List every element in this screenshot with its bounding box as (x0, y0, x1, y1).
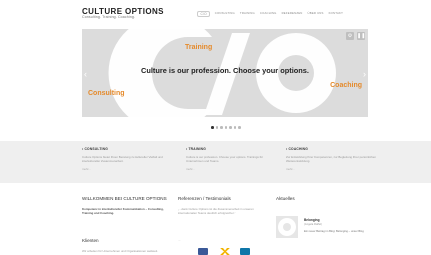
news-title: Aktuelles (276, 196, 295, 201)
slide-headline: Culture is our profession. Choose your o… (141, 66, 309, 75)
slider-dot[interactable] (215, 126, 218, 129)
clients-text: Wir arbeiten für Unternehmen und Organis… (82, 249, 158, 253)
column-text: Culture Options bietet Ihnen Beratung zu… (82, 155, 163, 163)
service-column-training: • TRAINING Culture is our profession. Ch… (186, 147, 281, 171)
main-nav: C/O CONSULTING TRAINING COACHING REFEREN… (197, 11, 343, 17)
slider-dot[interactable] (229, 126, 232, 129)
nav-item-referenzen[interactable]: REFERENZEN (282, 11, 303, 17)
welcome-title: WILLKOMMEN BEI CULTURE OPTIONS (82, 196, 167, 201)
column-more-link[interactable]: mehr... (82, 167, 177, 171)
column-more-link[interactable]: mehr... (286, 167, 381, 171)
nav-item-kontakt[interactable]: KONTAKT (329, 11, 343, 17)
slider-dot[interactable] (238, 126, 241, 129)
column-text: Zur Entwicklung Ihrer Kompetenzen, zur B… (286, 155, 376, 163)
slider-settings-button[interactable]: ⚙ (346, 32, 354, 40)
nav-item-training[interactable]: TRAINING (240, 11, 255, 17)
nav-item-ueber-uns[interactable]: ÜBER UNS (308, 11, 324, 17)
service-column-coaching: • COACHING Zur Entwicklung Ihrer Kompete… (286, 147, 381, 171)
nav-item-coaching[interactable]: COACHING (260, 11, 277, 17)
slide-label-coaching: Coaching (330, 82, 362, 89)
site-header: CULTURE OPTIONS Consulting. Training. Co… (0, 0, 431, 26)
references-more[interactable]: ... (178, 238, 180, 242)
slider-dot[interactable] (220, 126, 223, 129)
nav-brand-icon[interactable]: C/O (197, 11, 210, 17)
nav-item-consulting[interactable]: CONSULTING (215, 11, 235, 17)
column-title[interactable]: • COACHING (286, 147, 381, 151)
xing-icon[interactable] (220, 248, 230, 255)
slider-prev-arrow-icon[interactable]: ‹ (84, 69, 87, 79)
column-text: Culture is our profession. Choose your o… (186, 155, 263, 163)
news-item-title[interactable]: Belonging (304, 218, 320, 222)
welcome-text: Kompetenz in interkultureller Kommunikat… (82, 207, 164, 215)
slider-dot[interactable] (224, 126, 227, 129)
slider-next-arrow-icon[interactable]: › (363, 69, 366, 79)
column-title[interactable]: • TRAINING (186, 147, 281, 151)
slider-pause-button[interactable]: ❚❚ (357, 32, 365, 40)
slide-label-consulting: Consulting (88, 90, 125, 97)
news-item-text: Ein neuer Beitrag im Blog: Belonging – u… (304, 230, 364, 233)
slider-dot[interactable] (233, 126, 236, 129)
references-text: „...dank Culture Options ist die Zusamme… (178, 207, 254, 215)
column-title[interactable]: • CONSULTING (82, 147, 177, 151)
news-thumbnail[interactable] (276, 216, 298, 238)
hero-slider[interactable]: Training Culture is our profession. Choo… (82, 29, 368, 117)
column-more-link[interactable]: mehr... (186, 167, 281, 171)
facebook-icon[interactable] (198, 248, 208, 255)
clients-title: Klienten (82, 238, 99, 243)
slider-pagination (211, 126, 241, 129)
service-column-consulting: • CONSULTING Culture Options bietet Ihne… (82, 147, 177, 171)
news-item-subtitle: (Angela Raffel) (304, 223, 322, 226)
references-title: Referenzen / Testimonials (178, 196, 231, 201)
logo-subtitle: Consulting. Training. Coaching. (82, 15, 136, 19)
linkedin-icon[interactable] (240, 248, 250, 255)
slide-label-training: Training (185, 44, 213, 51)
slider-dot[interactable] (211, 126, 214, 129)
